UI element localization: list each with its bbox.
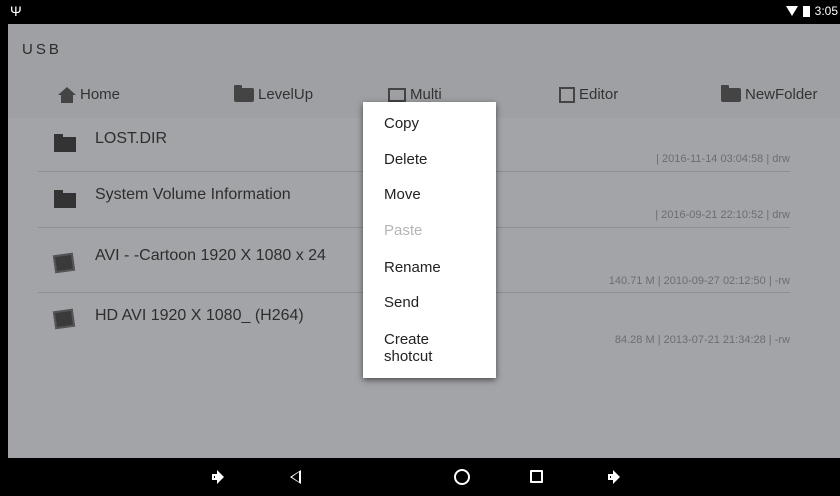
- multi-label: Multi: [410, 86, 442, 103]
- home-label: Home: [80, 86, 121, 103]
- menu-item-move[interactable]: Move: [384, 186, 421, 203]
- levelup-label: LevelUp: [258, 86, 314, 103]
- home-nav-button[interactable]: [454, 469, 470, 485]
- newfolder-label: NewFolder: [745, 86, 818, 103]
- usb-icon: Ψ: [10, 3, 22, 19]
- file-meta: | 2016-11-14 03:04:58 | drw: [656, 153, 790, 165]
- menu-item-rename[interactable]: Rename: [384, 259, 441, 276]
- context-menu: Copy Delete Move Paste Rename Send Creat…: [363, 102, 496, 378]
- file-name: System Volume Information: [95, 186, 291, 203]
- volume-up-button[interactable]: [608, 470, 622, 484]
- menu-item-paste: Paste: [384, 222, 423, 239]
- speaker-cone: [217, 470, 224, 484]
- home-button[interactable]: Home: [58, 86, 120, 103]
- file-meta: | 2016-09-21 22:10:52 | drw: [655, 209, 790, 221]
- menu-item-create-shortcut[interactable]: Create shotcut: [384, 331, 432, 365]
- clock: 3:05: [814, 4, 838, 18]
- file-meta: 140.71 M | 2010-09-27 02:12:50 | -rw: [608, 275, 790, 287]
- file-name: AVI - -Cartoon 1920 X 1080 x 24: [95, 247, 326, 264]
- status-right: 3:05: [785, 4, 838, 18]
- new-folder-icon: [721, 84, 741, 102]
- battery-icon: [802, 5, 810, 17]
- recent-apps-button[interactable]: [530, 470, 543, 483]
- video-file-icon: [52, 252, 76, 274]
- screen: Ψ 3:05 USB Home LevelUp Multi Editor New…: [8, 0, 840, 496]
- multi-button[interactable]: Multi: [388, 86, 442, 103]
- title-bar: USB: [8, 24, 840, 74]
- status-bar: Ψ 3:05: [8, 0, 840, 24]
- newfolder-button[interactable]: NewFolder: [721, 84, 818, 103]
- volume-down-button[interactable]: [212, 470, 226, 484]
- multi-select-icon: [388, 87, 406, 102]
- editor-button[interactable]: Editor: [559, 86, 618, 103]
- menu-item-send[interactable]: Send: [384, 294, 419, 311]
- wifi-icon: [785, 6, 798, 16]
- file-name: HD AVI 1920 X 1080_ (H264): [95, 307, 304, 324]
- video-file-icon: [52, 308, 76, 330]
- folder-icon: [54, 134, 76, 152]
- back-button[interactable]: [290, 470, 301, 484]
- page-title: USB: [22, 41, 62, 58]
- create-shortcut-line2: shotcut: [384, 348, 433, 365]
- folder-icon: [54, 190, 76, 208]
- menu-item-delete[interactable]: Delete: [384, 151, 427, 168]
- file-name: LOST.DIR: [95, 130, 168, 147]
- speaker-up-cone: [613, 470, 620, 484]
- levelup-button[interactable]: LevelUp: [234, 84, 314, 103]
- edit-icon: [559, 86, 575, 103]
- file-meta: 84.28 M | 2013-07-21 21:34:28 | -rw: [614, 334, 790, 346]
- menu-item-copy[interactable]: Copy: [384, 115, 419, 132]
- folder-up-icon: [234, 84, 254, 102]
- editor-label: Editor: [579, 86, 619, 103]
- create-shortcut-line1: Create: [384, 331, 430, 348]
- navigation-bar: [8, 458, 840, 496]
- home-icon: [58, 86, 76, 103]
